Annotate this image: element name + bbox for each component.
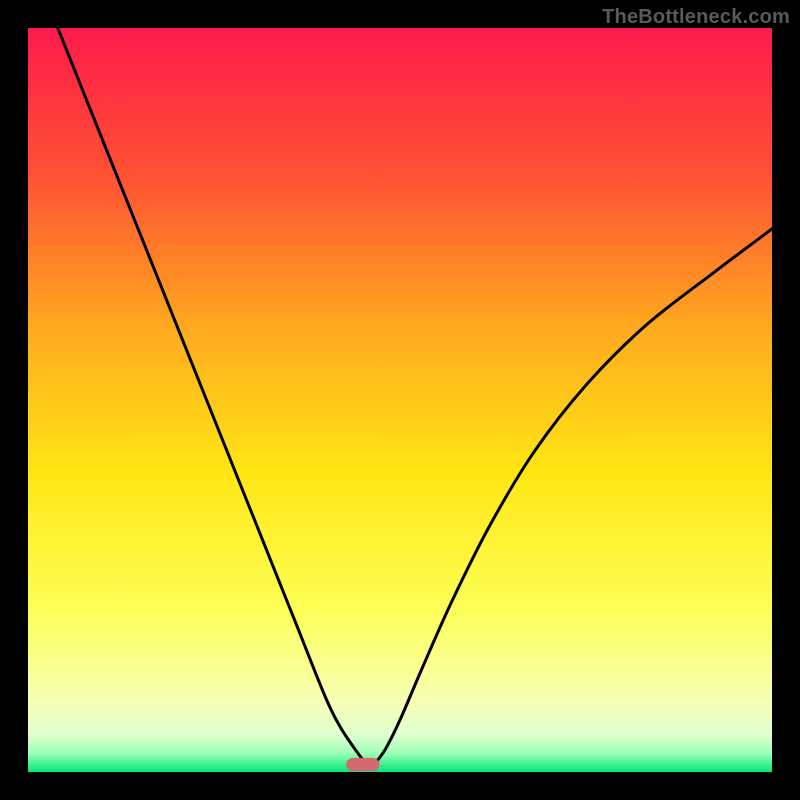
gradient-background [28,28,772,772]
chart-frame: TheBottleneck.com [0,0,800,800]
plot-svg [28,28,772,772]
bottleneck-marker [346,758,379,771]
watermark-text: TheBottleneck.com [602,6,790,29]
plot-area [28,28,772,772]
